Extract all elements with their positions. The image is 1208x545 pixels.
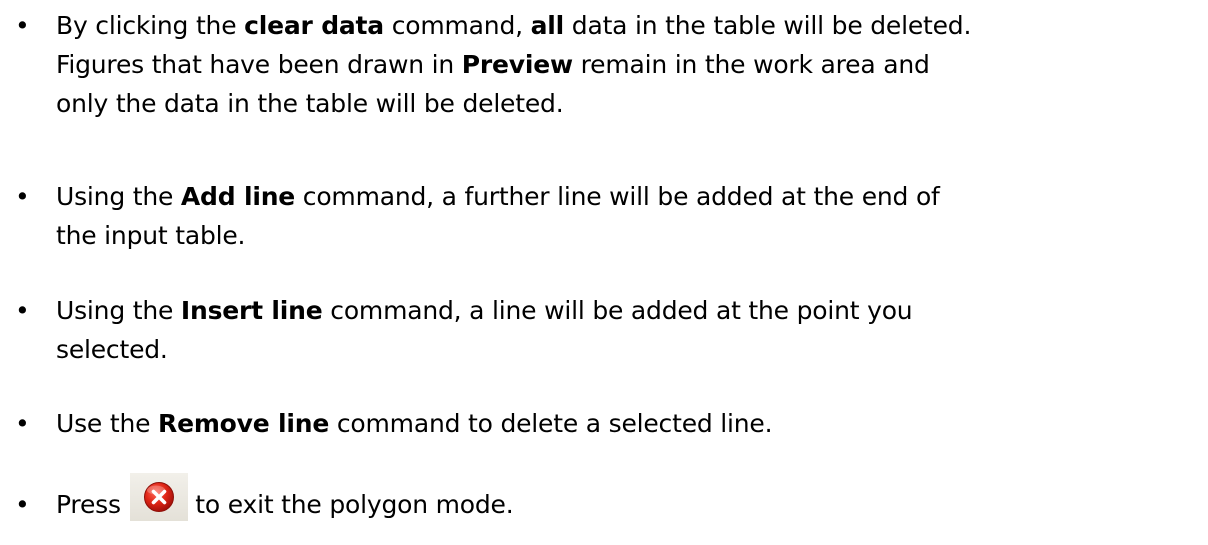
bullet: • xyxy=(15,11,30,40)
text: data in the table will be deleted. xyxy=(564,11,972,40)
close-x-circle-icon xyxy=(129,473,188,521)
text: selected. xyxy=(56,335,168,364)
text: Press xyxy=(56,490,129,519)
text: Figures that have been drawn in xyxy=(56,50,462,79)
bold-term-insert-line: Insert line xyxy=(180,296,323,325)
bold-term-remove-line: Remove line xyxy=(158,409,330,438)
bullet: • xyxy=(15,409,30,438)
line: Figures that have been drawn in Preview … xyxy=(56,45,1201,84)
text: the input table. xyxy=(56,221,246,250)
list-item-exit-polygon: • Press to exit the polygon mode. xyxy=(15,473,1201,525)
text: By clicking the xyxy=(56,11,245,40)
text: only the data in the table will be delet… xyxy=(56,89,564,118)
bullet: • xyxy=(15,490,30,519)
text: command, a further line will be added at… xyxy=(295,182,940,211)
text: Using the xyxy=(56,182,181,211)
list-item-remove-line: • Use the Remove line command to delete … xyxy=(15,404,1201,443)
line: the input table. xyxy=(56,216,1201,255)
line: Press to exit the polygon mode. xyxy=(56,473,1201,525)
close-x-circle-icon-graphic xyxy=(143,482,174,512)
bold-term-clear-data: clear data xyxy=(244,11,384,40)
text: remain in the work area and xyxy=(572,50,930,79)
text: Use the xyxy=(56,409,159,438)
list-item-clear-data: • By clicking the clear data command, al… xyxy=(15,6,1201,123)
line: selected. xyxy=(56,330,1201,369)
list-item-insert-line: • Using the Insert line command, a line … xyxy=(15,291,1201,369)
text: command, xyxy=(383,11,531,40)
document-page: • By clicking the clear data command, al… xyxy=(0,0,1208,545)
line: Use the Remove line command to delete a … xyxy=(56,404,1201,443)
line: Using the Insert line command, a line wi… xyxy=(56,291,1201,330)
line: only the data in the table will be delet… xyxy=(56,84,1201,123)
text: command to delete a selected line. xyxy=(329,409,773,438)
bullet: • xyxy=(15,182,30,211)
text: to exit the polygon mode. xyxy=(187,490,514,519)
bold-term-all: all xyxy=(530,11,565,40)
line: Using the Add line command, a further li… xyxy=(56,177,1201,216)
text: Using the xyxy=(56,296,181,325)
line: By clicking the clear data command, all … xyxy=(56,6,1201,45)
bold-term-preview: Preview xyxy=(461,50,573,79)
bullet: • xyxy=(15,296,30,325)
bold-term-add-line: Add line xyxy=(180,182,296,211)
list-item-add-line: • Using the Add line command, a further … xyxy=(15,177,1201,255)
text: command, a line will be added at the poi… xyxy=(322,296,913,325)
